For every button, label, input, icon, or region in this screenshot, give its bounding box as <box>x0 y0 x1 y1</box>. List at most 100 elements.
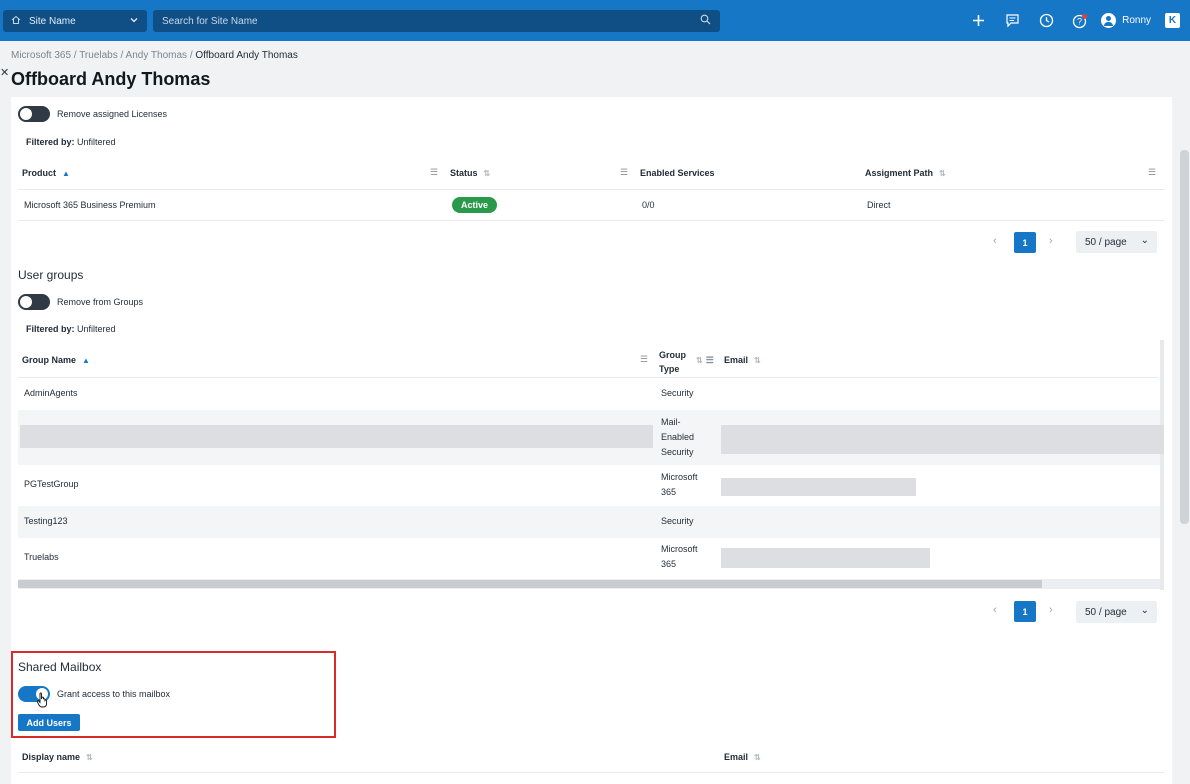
feedback-icon[interactable] <box>995 0 1029 41</box>
page-size-value: 50 / page <box>1085 236 1127 248</box>
column-header-assignment-path[interactable]: Assigment Path ⇅ <box>865 168 946 178</box>
user-name: Ronny <box>1122 15 1151 26</box>
column-header-label: Group Name <box>22 355 77 365</box>
breadcrumb-item-andy-thomas[interactable]: Andy Thomas <box>126 50 188 61</box>
column-header-label-line: Group <box>659 350 686 360</box>
group-name-cell: Testing123 <box>24 516 68 526</box>
site-selector-label: Site Name <box>29 15 76 27</box>
add-users-button[interactable]: Add Users <box>18 714 80 731</box>
search-placeholder: Search for Site Name <box>162 15 258 27</box>
filter-icon[interactable]: ☰ <box>430 167 438 178</box>
history-clock-icon[interactable] <box>1029 0 1063 41</box>
grant-mailbox-access-label: Grant access to this mailbox <box>57 689 171 699</box>
filtered-by-label: Filtered by: <box>26 324 75 334</box>
shared-mailbox-title: Shared Mailbox <box>18 660 102 674</box>
group-type-sort-filter[interactable]: ⇅ ☰ <box>690 355 714 366</box>
remove-licenses-toggle[interactable] <box>18 106 50 122</box>
group-type-line: Microsoft <box>661 544 698 554</box>
add-icon[interactable] <box>961 0 995 41</box>
pointer-cursor-icon <box>36 692 50 711</box>
page-size-select[interactable]: 50 / page ⌄ <box>1076 231 1157 253</box>
sort-icon[interactable]: ⇅ <box>86 753 93 762</box>
sort-icon[interactable]: ▲ <box>62 169 70 178</box>
pager-next-icon[interactable]: › <box>1049 604 1053 616</box>
column-header-label-line: Type <box>659 364 680 374</box>
group-type-line: 365 <box>661 487 677 497</box>
pager-next-icon[interactable]: › <box>1049 235 1053 247</box>
group-type-cell: Microsoft 365 <box>661 470 698 500</box>
breadcrumb-separator: / <box>71 50 80 61</box>
user-avatar-icon <box>1101 13 1117 28</box>
home-icon <box>11 15 21 28</box>
chevron-down-icon <box>129 15 139 28</box>
filtered-by-label: Filtered by: <box>26 137 75 147</box>
top-navigation-bar: Site Name Search for Site Name ? Ronny K <box>0 0 1190 41</box>
sort-icon[interactable]: ⇅ <box>939 169 946 178</box>
sort-icon[interactable]: ⇅ <box>484 169 491 178</box>
sort-icon[interactable]: ⇅ <box>754 753 761 762</box>
pager-prev-icon[interactable]: ‹ <box>993 604 997 616</box>
remove-groups-label: Remove from Groups <box>57 297 144 307</box>
page-scrollbar[interactable] <box>1180 150 1189 524</box>
search-icon <box>700 14 711 28</box>
pager-page-1[interactable]: 1 <box>1014 232 1036 253</box>
redacted-email <box>721 478 916 496</box>
breadcrumb-item-microsoft365[interactable]: Microsoft 365 <box>11 50 71 61</box>
group-type-line: Security <box>661 447 694 457</box>
column-header-email[interactable]: Email ⇅ <box>724 355 761 365</box>
page-size-select[interactable]: 50 / page ⌄ <box>1076 601 1157 623</box>
filter-icon[interactable]: ☰ <box>640 354 648 365</box>
table-row <box>18 506 1160 538</box>
breadcrumb-item-truelabs[interactable]: Truelabs <box>79 50 118 61</box>
group-name-cell: AdminAgents <box>24 388 78 398</box>
group-type-cell: Microsoft 365 <box>661 542 698 572</box>
filter-icon[interactable]: ☰ <box>1148 167 1156 178</box>
column-header-status[interactable]: Status ⇅ <box>450 168 490 178</box>
redacted-group-name <box>20 425 653 448</box>
column-header-group-type[interactable]: Group Type <box>659 348 686 376</box>
group-name-cell: Truelabs <box>24 552 59 562</box>
page-size-value: 50 / page <box>1085 606 1127 618</box>
column-header-product[interactable]: Product ▲ <box>22 168 70 178</box>
sort-icon[interactable]: ▲ <box>82 356 90 365</box>
licenses-filter-status: Filtered by: Unfiltered <box>26 137 116 147</box>
scrollbar-thumb[interactable] <box>18 580 1042 588</box>
remove-groups-toggle[interactable] <box>18 294 50 310</box>
groups-filter-status: Filtered by: Unfiltered <box>26 324 116 334</box>
group-type-line: Enabled <box>661 432 695 442</box>
column-header-group-name[interactable]: Group Name ▲ <box>22 355 90 365</box>
table-divider <box>18 772 1164 773</box>
sort-icon[interactable]: ⇅ <box>696 356 703 365</box>
group-type-line: Mail- <box>661 417 681 427</box>
close-panel-icon[interactable]: ✕ <box>0 66 9 79</box>
pager-prev-icon[interactable]: ‹ <box>993 235 997 247</box>
groups-table-vertical-scrollbar[interactable] <box>1160 340 1164 590</box>
group-type-line: 365 <box>661 559 677 569</box>
filtered-by-value: Unfiltered <box>77 324 116 334</box>
breadcrumb: Microsoft 365 / Truelabs / Andy Thomas /… <box>11 50 298 61</box>
column-header-mailbox-email[interactable]: Email ⇅ <box>724 752 761 762</box>
column-header-display-name[interactable]: Display name ⇅ <box>22 752 93 762</box>
site-selector[interactable]: Site Name <box>3 10 147 32</box>
redacted-email <box>721 425 1164 454</box>
table-divider <box>18 189 1164 190</box>
filter-icon[interactable]: ☰ <box>706 355 714 365</box>
user-menu[interactable]: Ronny <box>1101 13 1151 28</box>
license-assignment-path-cell: Direct <box>867 200 891 210</box>
site-search-input[interactable]: Search for Site Name <box>153 10 720 32</box>
page-title: Offboard Andy Thomas <box>11 69 211 89</box>
status-badge: Active <box>452 197 498 213</box>
group-type-cell: Mail- Enabled Security <box>661 415 694 460</box>
brand-logo-icon[interactable]: K <box>1165 13 1180 28</box>
column-header-label: Product <box>22 168 57 178</box>
filter-icon[interactable]: ☰ <box>620 167 628 178</box>
pager-page-1[interactable]: 1 <box>1014 601 1036 622</box>
group-type-cell: Security <box>661 516 694 526</box>
chevron-down-icon: ⌄ <box>1140 235 1149 246</box>
group-type-cell: Security <box>661 388 694 398</box>
column-header-label: Email <box>724 355 749 365</box>
table-divider <box>18 220 1164 221</box>
help-icon[interactable]: ? <box>1063 0 1097 41</box>
sort-icon[interactable]: ⇅ <box>754 356 761 365</box>
license-enabled-services-cell: 0/0 <box>642 200 655 210</box>
